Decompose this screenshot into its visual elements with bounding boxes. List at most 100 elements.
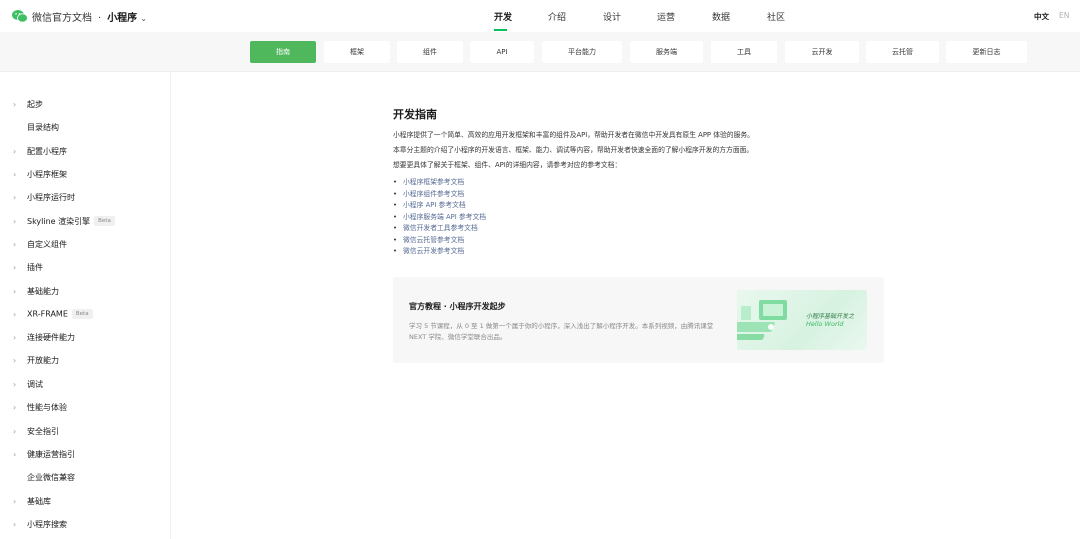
chevron-down-icon[interactable]: ⌄ [140, 14, 147, 23]
tutorial-cover-image[interactable]: 小程序基础开发之 Hello World [737, 290, 867, 350]
nav-dev[interactable]: 开发 [494, 10, 512, 23]
sidebar-item-getting-started[interactable]: › 起步 [0, 94, 170, 114]
chevron-right-icon: › [13, 426, 17, 436]
chevron-right-icon: › [13, 355, 17, 365]
sidebar-item-base-library[interactable]: › 基础库 [0, 491, 170, 511]
list-item[interactable]: • 微信云开发参考文档 [393, 245, 464, 255]
subnav-framework[interactable]: 框架 [324, 41, 390, 63]
sidebar-item-label: 基础库 [27, 496, 51, 506]
sidebar-item-label: 企业微信兼容 [27, 472, 75, 482]
chevron-right-icon: › [13, 309, 17, 319]
lang-zh[interactable]: 中文 [1034, 11, 1049, 22]
sidebar-item-label: 起步 [27, 99, 43, 109]
subnav-server[interactable]: 服务端 [630, 41, 703, 63]
tutorial-illustration-icon [737, 300, 787, 340]
product-switcher[interactable]: 小程序 [107, 13, 137, 24]
nav-community[interactable]: 社区 [767, 10, 785, 23]
sidebar-item-label: 小程序框架 [27, 169, 67, 179]
reference-link[interactable]: 微信开发者工具参考文档 [403, 224, 478, 232]
tutorial-card[interactable]: 官方教程 · 小程序开发起步 学习 5 节课程，从 0 至 1 做第一个属于你的… [393, 277, 884, 363]
sidebar-item-label: Skyline 渲染引擎 Beta [27, 216, 115, 227]
reference-link[interactable]: 小程序框架参考文档 [403, 178, 464, 186]
nav-intro[interactable]: 介绍 [548, 10, 566, 23]
sidebar-item-performance[interactable]: › 性能与体验 [0, 397, 170, 417]
active-nav-indicator [494, 29, 507, 31]
nav-operation[interactable]: 运营 [657, 10, 675, 23]
subnav-tools[interactable]: 工具 [711, 41, 777, 63]
list-item[interactable]: • 微信云托管参考文档 [393, 234, 464, 244]
beta-badge: Beta [94, 216, 115, 226]
sidebar-item-runtime[interactable]: › 小程序运行时 [0, 187, 170, 207]
sidebar-item-label: 安全指引 [27, 426, 59, 436]
reference-link[interactable]: 小程序 API 参考文档 [403, 201, 466, 209]
sidebar-item-skyline[interactable]: › Skyline 渲染引擎 Beta [0, 211, 170, 231]
bullet-icon: • [393, 201, 398, 209]
sidebar-item-basic-capabilities[interactable]: › 基础能力 [0, 281, 170, 301]
sidebar-item-label: XR-FRAME Beta [27, 309, 93, 319]
chevron-right-icon: › [13, 402, 17, 412]
sidebar-item-config[interactable]: › 配置小程序 [0, 141, 170, 161]
bullet-icon: • [393, 247, 398, 255]
sidebar-item-hardware[interactable]: › 连接硬件能力 [0, 327, 170, 347]
wechat-logo-icon[interactable] [12, 9, 28, 23]
chevron-right-icon: › [13, 99, 17, 109]
list-item[interactable]: • 小程序组件参考文档 [393, 188, 464, 198]
chevron-right-icon: › [13, 169, 17, 179]
chevron-right-icon: › [13, 286, 17, 296]
sub-nav: 指南 框架 组件 API 平台能力 服务端 工具 云开发 云托管 更新日志 [0, 32, 1080, 72]
subnav-platform[interactable]: 平台能力 [542, 41, 622, 63]
bullet-icon: • [393, 189, 398, 198]
sidebar-item-custom-components[interactable]: › 自定义组件 [0, 234, 170, 254]
brand[interactable]: 微信官方文档 · 小程序 ⌄ [32, 9, 147, 24]
sidebar-item-search[interactable]: › 小程序搜索 [0, 514, 170, 534]
chevron-right-icon: › [13, 262, 17, 272]
reference-link[interactable]: 小程序组件参考文档 [403, 190, 464, 198]
list-item[interactable]: • 小程序框架参考文档 [393, 176, 464, 186]
sidebar-item-label: 插件 [27, 262, 43, 272]
top-header: 微信官方文档 · 小程序 ⌄ 开发 介绍 设计 运营 数据 社区 中文 EN [0, 0, 1080, 32]
sidebar-item-wecom[interactable]: 企业微信兼容 [0, 467, 170, 487]
sidebar-item-label: 自定义组件 [27, 239, 67, 249]
reference-link[interactable]: 微信云托管参考文档 [403, 236, 464, 244]
sidebar-item-security[interactable]: › 安全指引 [0, 421, 170, 441]
sidebar-item-label: 开放能力 [27, 355, 59, 365]
sidebar-item-open-capabilities[interactable]: › 开放能力 [0, 350, 170, 370]
cover-title: 小程序基础开发之 [806, 313, 855, 320]
sidebar-item-label: 配置小程序 [27, 146, 67, 156]
sidebar-divider [170, 72, 171, 539]
intro-paragraph: 小程序提供了一个简单、高效的应用开发框架和丰富的组件及API，帮助开发者在微信中… [393, 131, 754, 139]
sidebar-item-directory[interactable]: 目录结构 [0, 117, 170, 137]
subnav-cloud-dev[interactable]: 云开发 [785, 41, 859, 63]
chevron-right-icon: › [13, 239, 17, 249]
subnav-api[interactable]: API [470, 41, 534, 63]
sidebar-item-label: 健康运营指引 [27, 449, 75, 459]
list-item[interactable]: • 小程序 API 参考文档 [393, 199, 466, 209]
bullet-icon: • [393, 224, 398, 232]
sidebar-item-health-ops[interactable]: › 健康运营指引 [0, 444, 170, 464]
brand-name[interactable]: 微信官方文档 [32, 13, 92, 24]
sidebar-item-plugins[interactable]: › 插件 [0, 257, 170, 277]
sidebar-item-xr-frame[interactable]: › XR-FRAME Beta [0, 304, 170, 324]
reference-link[interactable]: 微信云开发参考文档 [403, 247, 464, 255]
nav-design[interactable]: 设计 [603, 10, 621, 23]
reference-link[interactable]: 小程序服务端 API 参考文档 [403, 213, 486, 221]
cover-subtitle: Hello World [806, 320, 844, 328]
sidebar-item-framework[interactable]: › 小程序框架 [0, 164, 170, 184]
bullet-icon: • [393, 235, 398, 244]
subnav-changelog[interactable]: 更新日志 [946, 41, 1027, 63]
chevron-right-icon: › [13, 449, 17, 459]
subnav-cloud-hosting[interactable]: 云托管 [866, 41, 939, 63]
chevron-right-icon: › [13, 519, 17, 529]
bullet-icon: • [393, 212, 398, 221]
list-item[interactable]: • 小程序服务端 API 参考文档 [393, 211, 486, 221]
nav-data[interactable]: 数据 [712, 10, 730, 23]
list-item[interactable]: • 微信开发者工具参考文档 [393, 222, 478, 232]
subnav-guide[interactable]: 指南 [250, 41, 316, 63]
chevron-right-icon: › [13, 192, 17, 202]
card-title: 官方教程 · 小程序开发起步 [409, 302, 506, 311]
page-title: 开发指南 [393, 108, 437, 121]
lang-en[interactable]: EN [1059, 11, 1069, 20]
subnav-components[interactable]: 组件 [397, 41, 463, 63]
sidebar-item-debug[interactable]: › 调试 [0, 374, 170, 394]
chevron-right-icon: › [13, 496, 17, 506]
